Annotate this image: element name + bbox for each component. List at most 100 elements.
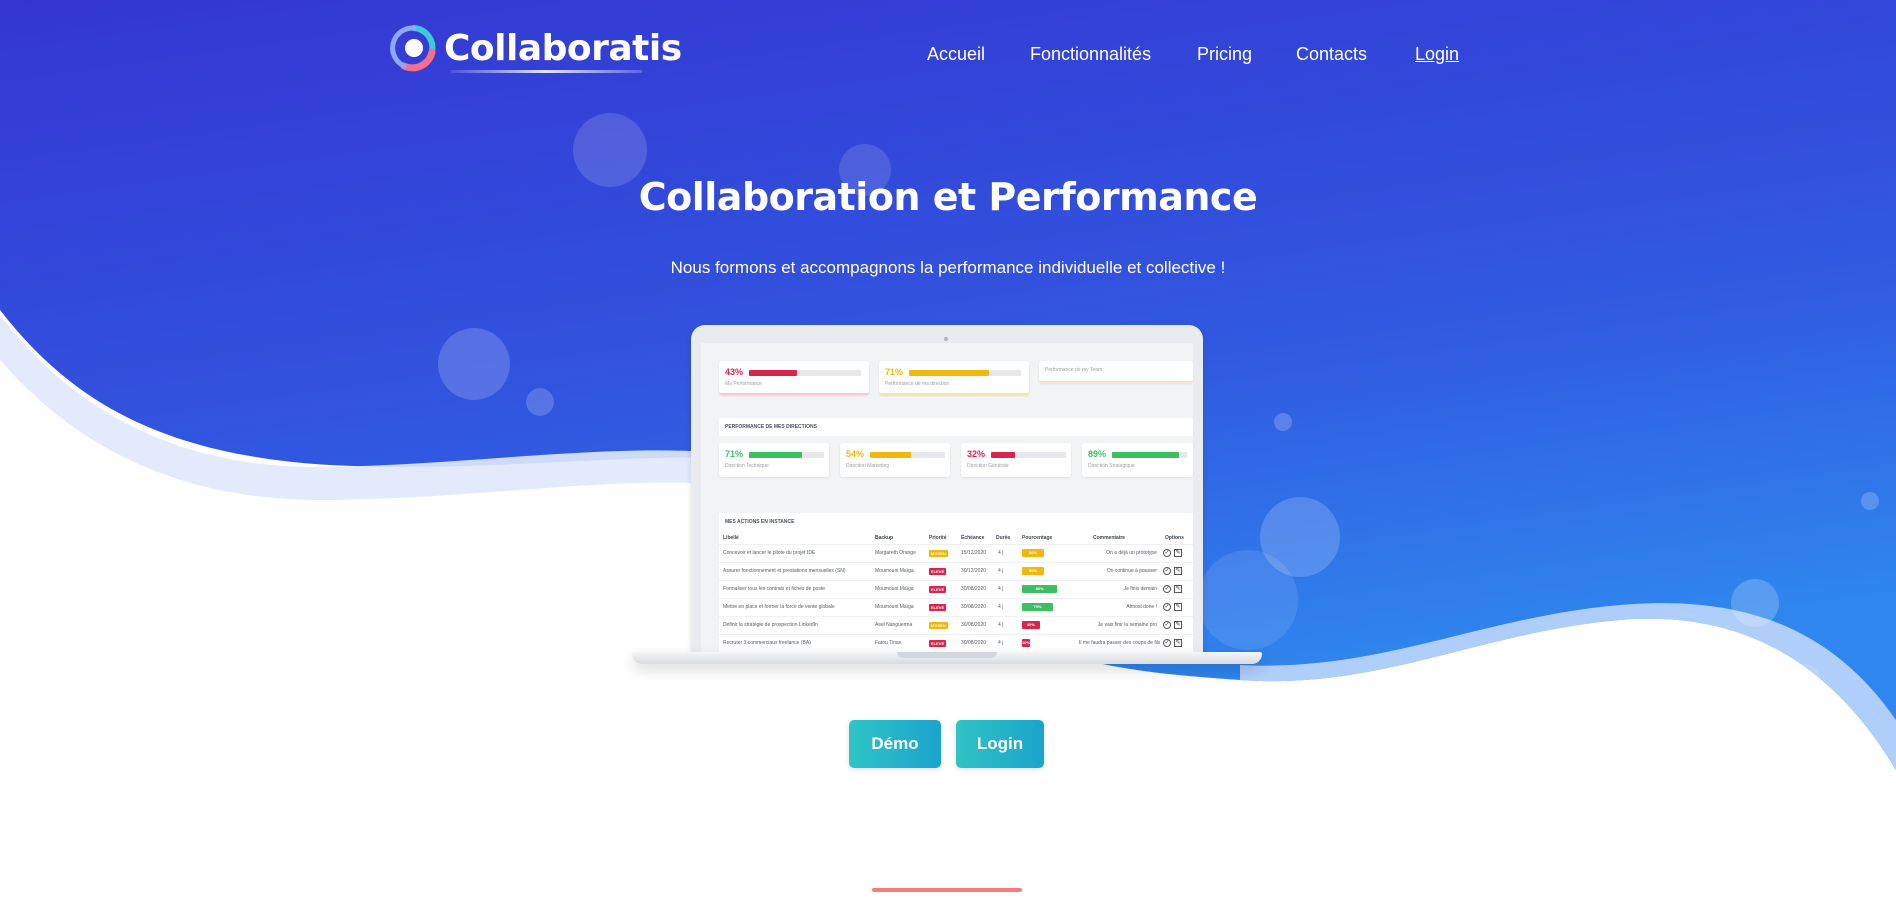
kpi-track [749,452,824,458]
logo-underline [450,70,642,73]
column-header: Libellé [723,535,739,541]
kpi-percent: 89% [1088,449,1107,459]
column-header: Options [1165,535,1184,541]
kpi-label: Direction Stratégique [1088,463,1135,469]
section-accent-line [872,888,1022,892]
cell-duration: 4 j [998,568,1004,574]
validate-icon[interactable]: ✓ [1163,585,1171,593]
cell-libelle: Définir la stratégie de prospection Link… [723,622,818,628]
kpi-label: Direction Marketing [846,463,890,469]
brand-name: Collaboratis [444,27,682,69]
cell-due-date: 30/08/2020 [961,640,987,646]
cell-backup: Moumouni Maïga [875,568,914,574]
kpi-track [991,452,1066,458]
nav-link-contacts[interactable]: Contacts [1296,44,1367,65]
edit-icon[interactable]: ✎ [1174,621,1182,629]
column-header: Échéance [961,535,985,541]
demo-button[interactable]: Démo [849,720,941,768]
validate-icon[interactable]: ✓ [1163,603,1171,611]
priority-badge: ELEVÉ [929,586,947,593]
kpi-percent: 32% [967,449,986,459]
kpi-label: Direction Technique [725,463,769,469]
column-header: Durée [996,535,1011,541]
kpi-track [1112,452,1187,458]
actions-table: MES ACTIONS EN INSTANCE Libellé Backup P… [719,513,1193,655]
cell-backup: Margareth Orange [875,550,916,556]
progress-bar: 50% [1022,549,1044,557]
laptop-lid: 43% Ma Performance 71% Performance de ma… [691,325,1203,655]
kpi-label: Direction Générale [967,463,1009,469]
progress-bar: 80% [1022,585,1058,593]
table-row: Concevoir et lancer le pilote du projet … [719,544,1193,562]
progress-bar: 40% [1022,621,1040,629]
login-button[interactable]: Login [956,720,1044,768]
direction-card: 54% Direction Marketing [840,443,950,477]
validate-icon[interactable]: ✓ [1163,621,1171,629]
edit-icon[interactable]: ✎ [1174,639,1182,647]
cell-due-date: 30/08/2020 [961,586,987,592]
kpi-card-direction-performance: 71% Performance de ma direction [879,361,1029,395]
cell-comment: Je finis demain [1123,586,1157,592]
cell-comment: Je vais finir la semaine pro [1097,622,1157,628]
column-header: Backup [875,535,894,541]
team-performance-card: Performance de my Team [1039,361,1193,383]
cell-duration: 4 j [998,550,1004,556]
cell-comment: On continue à pousser [1106,568,1157,574]
kpi-card-my-performance: 43% Ma Performance [719,361,869,395]
nav-link-fonctionnalites[interactable]: Fonctionnalités [1030,44,1151,65]
brand-logo[interactable]: Collaboratis [390,22,682,74]
edit-icon[interactable]: ✎ [1174,603,1182,611]
section-title: PERFORMANCE DE MES DIRECTIONS [725,424,817,430]
cell-backup: Fatou Tinan [875,640,902,646]
cell-duration: 4 j [998,586,1004,592]
cell-due-date: 30/08/2020 [961,604,987,610]
table-row: Définir la stratégie de prospection Link… [719,616,1193,634]
cell-comment: Almost done ! [1126,604,1157,610]
priority-badge: MOYEN [929,622,948,629]
nav-link-login[interactable]: Login [1415,44,1459,65]
edit-icon[interactable]: ✎ [1174,549,1182,557]
hero-subtitle: Nous formons et accompagnons la performa… [670,258,1226,277]
kpi-percent: 54% [846,449,865,459]
cell-comment: Il me faudra passer des coups de fils [1079,640,1161,646]
validate-icon[interactable]: ✓ [1163,639,1171,647]
kpi-fill [991,452,1015,458]
cell-backup: Asel Nanguerma [875,622,913,628]
kpi-fill [749,370,798,376]
validate-icon[interactable]: ✓ [1163,567,1171,575]
kpi-fill [1112,452,1179,458]
validate-icon[interactable]: ✓ [1163,549,1171,557]
progress-bar: 10% [1022,639,1031,647]
table-row: Mettre en place et former la force de ve… [719,598,1193,616]
direction-card: 71% Direction Technique [719,443,829,477]
section-title: MES ACTIONS EN INSTANCE [725,519,795,525]
cell-due-date: 30/08/2020 [961,622,987,628]
kpi-track [749,370,861,376]
progress-bar: 70% [1022,603,1053,611]
nav-link-accueil[interactable]: Accueil [927,44,985,65]
cell-comment: On a déjà un prototype [1106,550,1157,556]
kpi-track [909,370,1021,376]
cell-due-date: 30/12/2020 [961,568,987,574]
cell-duration: 4 j [998,604,1004,610]
kpi-fill [909,370,989,376]
cell-libelle: Mettre en place et former la force de ve… [723,604,835,610]
kpi-label: Performance de ma direction [885,381,950,387]
kpi-percent: 43% [725,367,744,377]
edit-icon[interactable]: ✎ [1174,585,1182,593]
table-row: Formaliser tous les contrats et fiches d… [719,580,1193,598]
kpi-track [870,452,945,458]
table-row: Recruter 3 commerciaux freelance (BA) Fat… [719,634,1193,652]
kpi-fill [749,452,803,458]
cell-backup: Moumouni Maïga [875,586,914,592]
dashboard-screenshot: 43% Ma Performance 71% Performance de ma… [701,343,1193,655]
edit-icon[interactable]: ✎ [1174,567,1182,575]
nav-link-pricing[interactable]: Pricing [1197,44,1252,65]
kpi-percent: 71% [725,449,744,459]
cell-libelle: Assurer fonctionnement et prestations me… [723,568,846,574]
column-header: Commentaire [1093,535,1125,541]
cell-due-date: 15/12/2020 [961,550,987,556]
cell-duration: 4 j [998,622,1004,628]
cell-backup: Moumouni Maïga [875,604,914,610]
column-header: Priorité [929,535,947,541]
